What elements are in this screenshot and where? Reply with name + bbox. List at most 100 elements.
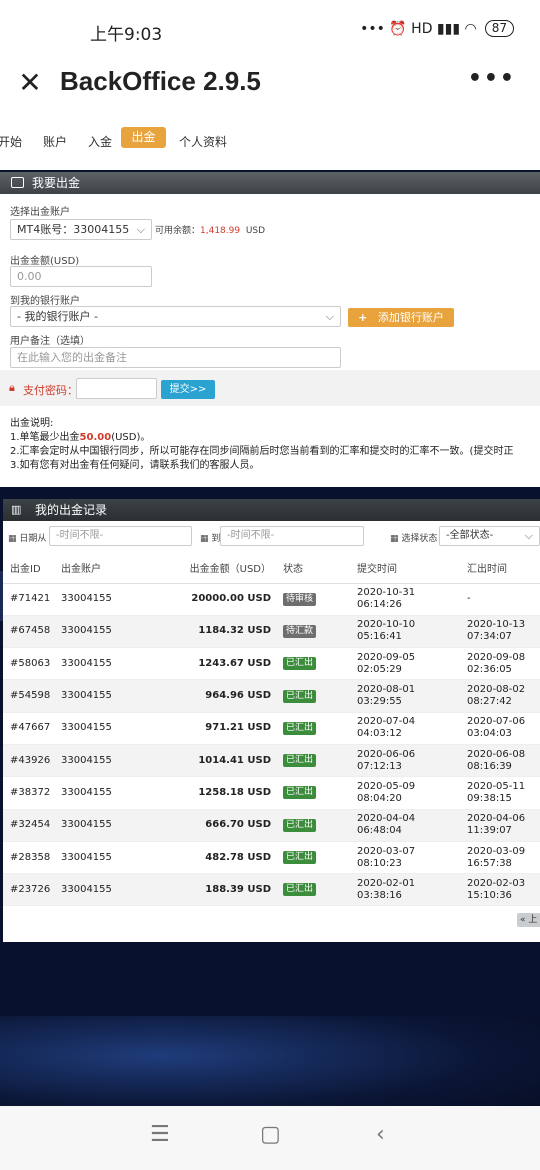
date-from-input[interactable]: -时间不限- [49,526,192,546]
close-icon[interactable]: ✕ [14,67,46,99]
chevron-down-icon: ⌵ [524,529,533,542]
cell-id: #54598 [3,679,61,713]
nav-item-profile[interactable]: 个人资料 [179,133,227,150]
status-badge: 已汇出 [283,851,317,865]
cell-status: 已汇出 [283,809,357,842]
status-badge: 待汇款 [283,624,317,638]
available-balance-value: 1,418.99 [200,226,241,236]
cell-status: 已汇出 [283,647,357,681]
table-row: #58063 33004155 1243.67 USD 已汇出 2020-09-05 0… [3,647,540,681]
table-row: #32454 33004155 666.70 USD 已汇出 2020-04-04 06… [3,809,540,842]
amount-input[interactable]: 0.00 [10,266,152,287]
nav-item-start[interactable]: 开始 [0,133,22,150]
cell-amount: 1258.18 USD [181,776,283,810]
status-badge: 已汇出 [283,657,317,671]
records-panel-header: ▥ 我的出金记录 [3,499,540,521]
cell-status: 已汇出 [283,873,357,907]
table-row: #71421 33004155 20000.00 USD 待审核 2020-10-31 … [3,583,540,616]
cell-amount: 1243.67 USD [181,647,283,681]
status-filter-select[interactable]: -全部状态- ⌵ [439,526,540,546]
cell-amount: 1184.32 USD [181,615,283,649]
cell-amount: 1014.41 USD [181,744,283,778]
records-table-body: #71421 33004155 20000.00 USD 待审核 2020-10-31 … [3,583,540,907]
col-amount: 出金金额（USD） [181,553,283,584]
cell-status: 已汇出 [283,744,357,778]
account-select-value: MT4账号：33004155 [17,223,130,236]
records-panel: ▥ 我的出金记录 ▦ 日期从 -时间不限- ▦ 到 -时间不限- ▦ 选择状态 … [3,499,540,942]
cell-sent-time: 2020-10-13 07:34:07 [467,615,540,649]
records-panel-title: 我的出金记录 [35,503,108,517]
cell-sent-time: 2020-05-11 09:38:15 [467,776,540,810]
cell-amount: 964.96 USD [181,679,283,713]
prev-page-button[interactable]: « 上 [517,913,540,927]
table-row: #54598 33004155 964.96 USD 已汇出 2020-08-01 03… [3,679,540,713]
more-icon[interactable]: ••• [468,66,516,91]
add-bank-button[interactable]: + 添加银行账户 [348,308,454,327]
cell-submit-time: 2020-10-10 05:16:41 [357,615,467,649]
remark-input[interactable]: 在此输入您的出金备注 [10,347,341,368]
cell-account: 33004155 [61,647,181,681]
menu-icon[interactable]: ☰ [150,1122,170,1147]
table-row: #67458 33004155 1184.32 USD 待汇款 2020-10-10 0… [3,615,540,649]
status-badge: 已汇出 [283,883,317,897]
col-account: 出金账户 [61,553,181,584]
cell-amount: 971.21 USD [181,712,283,745]
col-status: 状态 [283,553,357,584]
nav-item-deposit[interactable]: 入金 [88,133,112,150]
status-badge: 待审核 [283,592,317,606]
cell-amount: 20000.00 USD [181,583,283,616]
cell-sent-time: 2020-08-02 08:27:42 [467,679,540,713]
notes-line-1: 1.单笔最少出金50.00(USD)。 [10,432,151,443]
lock-icon: 🔒︎ [9,381,15,394]
notes-line-2: 2.汇率会定时从中国银行同步，所以可能存在同步间隔前后时您当前看到的汇率和提交时… [10,446,514,457]
cell-id: #71421 [3,583,61,616]
status-filter-label: ▦ 选择状态 [390,534,438,544]
table-row: #28358 33004155 482.78 USD 已汇出 2020-03-07 08… [3,841,540,875]
cell-sent-time: 2020-07-06 03:04:03 [467,712,540,745]
bank-select[interactable]: - 我的银行账户 - ⌵ [10,306,341,327]
cell-sent-time: 2020-04-06 11:39:07 [467,809,540,842]
nav-item-account[interactable]: 账户 [43,133,67,150]
status-badge: 已汇出 [283,786,317,800]
cell-id: #58063 [3,647,61,681]
cell-account: 33004155 [61,615,181,649]
available-balance: 可用余额：1,418.99 USD [155,226,266,236]
signal-icons: ••• ⏰ HD ▮▮▮ ◠ [360,20,477,37]
account-label: 选择出金账户 [10,207,70,218]
home-icon[interactable]: ▢ [260,1122,281,1147]
status-bar: 上午9:03 ••• ⏰ HD ▮▮▮ ◠ 87 [0,0,540,58]
cell-id: #28358 [3,841,61,875]
cell-sent-time: 2020-09-08 02:36:05 [467,647,540,681]
date-to-input[interactable]: -时间不限- [220,526,364,546]
cell-sent-time: 2020-03-09 16:57:38 [467,841,540,875]
back-icon[interactable]: ‹ [376,1122,385,1147]
cell-submit-time: 2020-02-01 03:38:16 [357,873,467,907]
col-submit-time: 提交时间 [357,553,467,584]
cell-account: 33004155 [61,873,181,907]
cell-id: #43926 [3,744,61,778]
records-table: 出金ID 出金账户 出金金额（USD） 状态 提交时间 汇出时间 #71421 3… [3,553,540,907]
cell-status: 已汇出 [283,841,357,875]
cell-amount: 482.78 USD [181,841,283,875]
cell-sent-time: 2020-06-08 08:16:39 [467,744,540,778]
cell-amount: 666.70 USD [181,809,283,842]
top-nav: 开始 账户 入金 出金 个人资料 [0,116,540,170]
submit-button[interactable]: 提交>> [161,380,215,399]
col-sent-time: 汇出时间 [467,553,540,584]
account-select[interactable]: MT4账号：33004155 ⌵ [10,219,152,240]
nav-item-withdraw[interactable]: 出金 [121,127,166,148]
money-icon [11,177,24,188]
cell-account: 33004155 [61,809,181,842]
table-row: #47667 33004155 971.21 USD 已汇出 2020-07-04 04… [3,712,540,745]
table-row: #23726 33004155 188.39 USD 已汇出 2020-02-01 03… [3,873,540,907]
cell-submit-time: 2020-09-05 02:05:29 [357,647,467,681]
status-icons: ••• ⏰ HD ▮▮▮ ◠ 87 [360,20,514,37]
cell-status: 已汇出 [283,679,357,713]
cell-id: #32454 [3,809,61,842]
cell-account: 33004155 [61,712,181,745]
password-input[interactable] [76,378,157,399]
cell-account: 33004155 [61,841,181,875]
cell-submit-time: 2020-06-06 07:12:13 [357,744,467,778]
background-image-bottom [0,1016,540,1106]
cell-id: #38372 [3,776,61,810]
